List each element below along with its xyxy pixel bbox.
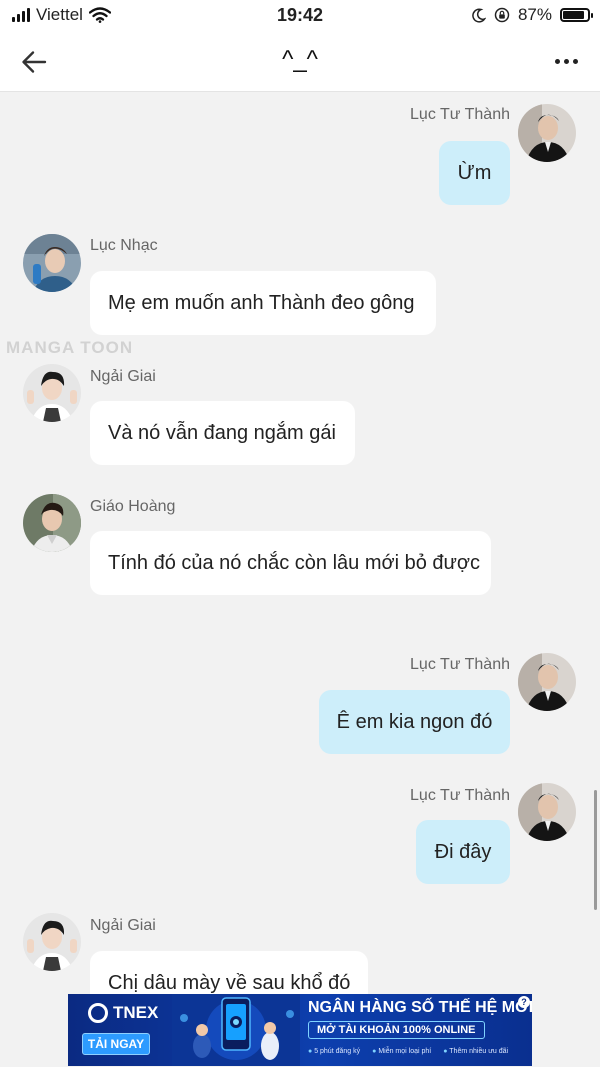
scrollbar[interactable] — [594, 790, 597, 910]
avatar-image — [518, 653, 576, 711]
moon-icon — [472, 8, 486, 23]
chat-header: ^_^ — [0, 32, 600, 92]
ad-help-icon[interactable]: ? — [518, 996, 530, 1008]
message-bubble-incoming[interactable]: Tính đó của nó chắc còn lâu mới bỏ được — [90, 531, 491, 595]
status-right: 87% — [471, 5, 593, 25]
sender-name: Lục Tư Thành — [410, 787, 510, 804]
ad-feature: 5 phút đăng ký — [308, 1048, 360, 1055]
ad-brand-label: TNEX — [113, 1003, 159, 1022]
avatar-image — [518, 104, 576, 162]
avatar-luc-tu-thanh[interactable] — [518, 104, 576, 162]
avatar-image — [23, 364, 81, 422]
ad-illustration — [172, 994, 300, 1066]
avatar-ngai-giai[interactable] — [23, 913, 81, 971]
arrow-left-icon — [22, 51, 47, 73]
battery-icon — [560, 8, 593, 22]
tnex-logo-icon — [88, 1003, 108, 1023]
battery-level — [563, 11, 584, 19]
sender-name: Lục Tư Thành — [410, 656, 510, 673]
message-bubble-outgoing[interactable]: Ê em kia ngon đó — [319, 690, 510, 754]
avatar-image — [23, 494, 81, 552]
ad-feature: Thêm nhiều ưu đãi — [443, 1048, 508, 1055]
avatar-giao-hoang[interactable] — [23, 494, 81, 552]
chat-title: ^_^ — [282, 46, 318, 73]
ad-banner[interactable]: TNEX TẢI NGAY NGÂN HÀNG SỐ THẾ HỆ MỚI MỞ… — [68, 994, 532, 1066]
more-horizontal-icon — [554, 58, 560, 64]
message-bubble-outgoing[interactable]: Đi đây — [416, 820, 510, 884]
avatar-ngai-giai[interactable] — [23, 364, 81, 422]
avatar-luc-nhac[interactable] — [23, 234, 81, 292]
sender-name: Ngải Giai — [90, 368, 156, 385]
sender-name: Giáo Hoàng — [90, 498, 176, 515]
orientation-lock-icon — [494, 7, 510, 23]
avatar-image — [518, 783, 576, 841]
back-button[interactable] — [14, 44, 54, 80]
ad-feature: Miễn mọi loại phí — [372, 1048, 431, 1055]
sender-name: Lục Tư Thành — [410, 106, 510, 123]
avatar-luc-tu-thanh[interactable] — [518, 653, 576, 711]
avatar-image — [23, 913, 81, 971]
status-bar: Viettel 19:42 87% — [0, 0, 600, 32]
sender-name: Ngải Giai — [90, 917, 156, 934]
message-bubble-incoming[interactable]: Mẹ em muốn anh Thành đeo gông — [90, 271, 436, 335]
more-options-button[interactable] — [548, 46, 584, 76]
ad-brand-logo: TNEX — [88, 1003, 158, 1023]
battery-percent: 87% — [517, 5, 552, 24]
sender-name: Lục Nhạc — [90, 237, 158, 254]
avatar-image — [23, 234, 81, 292]
message-bubble-incoming[interactable]: Và nó vẫn đang ngắm gái — [90, 401, 355, 465]
ad-headline: NGÂN HÀNG SỐ THẾ HỆ MỚI — [308, 999, 532, 1016]
ad-features: 5 phút đăng ký Miễn mọi loại phí Thêm nh… — [308, 1048, 508, 1055]
ad-subline: MỞ TÀI KHOẢN 100% ONLINE — [308, 1021, 485, 1039]
watermark: MANGA TOON — [6, 338, 134, 357]
avatar-luc-tu-thanh[interactable] — [518, 783, 576, 841]
message-bubble-outgoing[interactable]: Ừm — [439, 141, 510, 205]
ad-download-button[interactable]: TẢI NGAY — [82, 1033, 150, 1055]
